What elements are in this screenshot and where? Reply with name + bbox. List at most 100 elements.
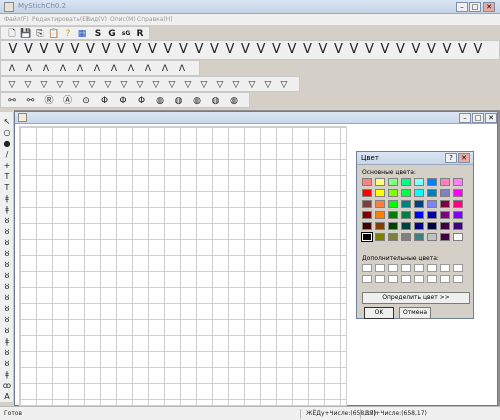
color-swatch[interactable] [375, 211, 385, 219]
stitch-symbol-icon[interactable]: ▽ [213, 78, 227, 92]
stitch-symbol-icon[interactable]: Λ [39, 62, 53, 76]
stitch-symbol-icon[interactable]: V [160, 41, 176, 59]
stitch-symbol-icon[interactable]: ▽ [261, 78, 275, 92]
stitch-symbol-icon[interactable]: ▽ [117, 78, 131, 92]
child-minimize-button[interactable]: – [459, 113, 471, 123]
color-swatch[interactable] [453, 211, 463, 219]
custom-color-swatch[interactable] [414, 275, 424, 283]
stitch-symbol-icon[interactable]: ▽ [229, 78, 243, 92]
custom-color-swatch[interactable] [427, 275, 437, 283]
color-swatch[interactable] [401, 233, 411, 241]
color-swatch[interactable] [375, 200, 385, 208]
stitch-symbol-icon[interactable]: V [253, 41, 269, 59]
stitch-symbol-icon[interactable]: V [21, 41, 37, 59]
dialog-close-button[interactable]: ✕ [458, 153, 470, 163]
stitch-symbol-icon[interactable]: Λ [22, 62, 36, 76]
color-swatch[interactable] [453, 233, 463, 241]
custom-color-swatch[interactable] [414, 264, 424, 272]
child-close-button[interactable]: ✕ [485, 113, 497, 123]
custom-color-swatch[interactable] [440, 264, 450, 272]
color-swatch[interactable] [388, 189, 398, 197]
palette-icon[interactable]: ▦ [75, 27, 89, 41]
close-button[interactable]: ✕ [483, 2, 495, 12]
color-swatch[interactable] [427, 189, 437, 197]
stitch-symbol-icon[interactable]: V [300, 41, 316, 59]
color-swatch[interactable] [427, 233, 437, 241]
color-swatch[interactable] [388, 222, 398, 230]
color-swatch[interactable] [453, 178, 463, 186]
sg-button[interactable]: sG [119, 27, 133, 41]
cancel-button[interactable]: Отмена [399, 307, 431, 319]
stitch-symbol-icon[interactable]: ▽ [165, 78, 179, 92]
custom-color-swatch[interactable] [362, 275, 372, 283]
menu-stitch[interactable]: Опис(M) [110, 16, 136, 23]
stitch-symbol-icon[interactable]: V [346, 41, 362, 59]
custom-color-swatch[interactable] [440, 275, 450, 283]
color-swatch[interactable] [361, 232, 373, 242]
color-swatch[interactable] [362, 222, 372, 230]
s-button[interactable]: S [91, 27, 105, 41]
color-swatch[interactable] [401, 222, 411, 230]
color-swatch[interactable] [375, 178, 385, 186]
custom-color-swatch[interactable] [401, 264, 411, 272]
child-maximize-button[interactable]: □ [472, 113, 484, 123]
menu-view[interactable]: Вид(V) [86, 16, 107, 23]
color-swatch[interactable] [453, 222, 463, 230]
stitch-symbol-icon[interactable]: Φ [98, 94, 112, 108]
custom-color-swatch[interactable] [375, 275, 385, 283]
paste-icon[interactable]: 📋 [47, 27, 61, 41]
color-swatch[interactable] [427, 211, 437, 219]
new-icon[interactable]: 🗋 [5, 27, 19, 41]
stitch-symbol-icon[interactable]: ◍ [227, 94, 241, 108]
copy-icon[interactable]: ⎘ [33, 27, 47, 41]
stitch-symbol-icon[interactable]: V [114, 41, 130, 59]
stitch-symbol-icon[interactable]: V [331, 41, 347, 59]
stitch-symbol-icon[interactable]: ▽ [181, 78, 195, 92]
stitch-symbol-icon[interactable]: ▽ [21, 78, 35, 92]
color-swatch[interactable] [388, 200, 398, 208]
stitch-symbol-icon[interactable]: Λ [107, 62, 121, 76]
color-swatch[interactable] [401, 211, 411, 219]
stitch-symbol-icon[interactable]: V [145, 41, 161, 59]
color-swatch[interactable] [427, 200, 437, 208]
stitch-symbol-icon[interactable]: V [67, 41, 83, 59]
color-swatch[interactable] [440, 189, 450, 197]
color-swatch[interactable] [401, 178, 411, 186]
maximize-button[interactable]: □ [469, 2, 481, 12]
color-swatch[interactable] [427, 222, 437, 230]
stitch-symbol-icon[interactable]: Λ [90, 62, 104, 76]
color-swatch[interactable] [440, 233, 450, 241]
stitch-symbol-icon[interactable]: V [238, 41, 254, 59]
color-swatch[interactable] [388, 211, 398, 219]
color-swatch[interactable] [375, 222, 385, 230]
color-swatch[interactable] [414, 211, 424, 219]
color-swatch[interactable] [453, 200, 463, 208]
stitch-symbol-icon[interactable]: ▽ [69, 78, 83, 92]
color-swatch[interactable] [388, 233, 398, 241]
color-swatch[interactable] [401, 200, 411, 208]
stitch-symbol-icon[interactable]: V [455, 41, 471, 59]
custom-color-swatch[interactable] [401, 275, 411, 283]
color-swatch[interactable] [453, 189, 463, 197]
stitch-symbol-icon[interactable]: ▽ [85, 78, 99, 92]
custom-color-swatch[interactable] [453, 275, 463, 283]
save-icon[interactable]: 💾 [19, 27, 33, 41]
stitch-tool-icon[interactable]: A [1, 391, 13, 403]
stitch-symbol-icon[interactable]: V [315, 41, 331, 59]
stitch-symbol-icon[interactable]: Λ [175, 62, 189, 76]
stitch-symbol-icon[interactable]: ◍ [190, 94, 204, 108]
stitch-symbol-icon[interactable]: V [207, 41, 223, 59]
stitch-symbol-icon[interactable]: Λ [141, 62, 155, 76]
stitch-symbol-icon[interactable]: V [439, 41, 455, 59]
stitch-symbol-icon[interactable]: ▽ [5, 78, 19, 92]
stitch-symbol-icon[interactable]: Λ [158, 62, 172, 76]
stitch-symbol-icon[interactable]: V [222, 41, 238, 59]
stitch-symbol-icon[interactable]: V [191, 41, 207, 59]
stitch-symbol-icon[interactable]: V [36, 41, 52, 59]
stitch-symbol-icon[interactable]: ⚯ [5, 94, 19, 108]
color-swatch[interactable] [414, 233, 424, 241]
stitch-symbol-icon[interactable]: Ⓐ [61, 94, 75, 108]
stitch-symbol-icon[interactable]: Λ [56, 62, 70, 76]
g-button[interactable]: G [105, 27, 119, 41]
stitch-symbol-icon[interactable]: ◍ [153, 94, 167, 108]
